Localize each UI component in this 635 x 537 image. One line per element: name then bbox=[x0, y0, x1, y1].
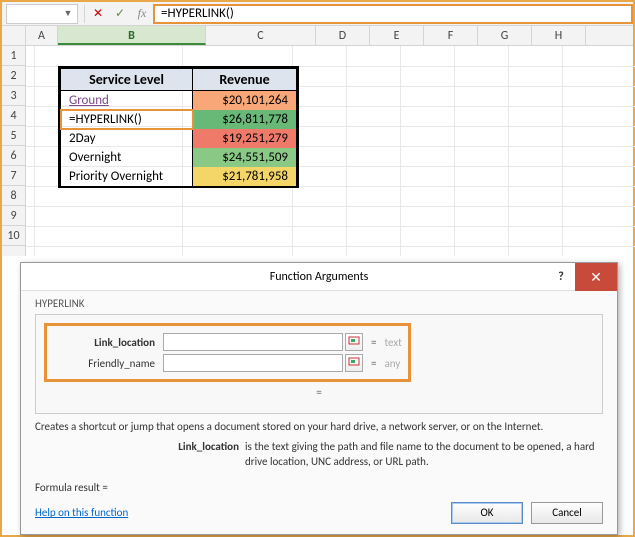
column-headers: ABCDEFGH bbox=[2, 26, 633, 46]
help-on-function-link[interactable]: Help on this function bbox=[35, 506, 128, 519]
formula-input[interactable]: =HYPERLINK() bbox=[153, 4, 633, 24]
enter-entry-icon[interactable]: ✓ bbox=[109, 4, 131, 24]
argument-label: Friendly_name bbox=[53, 357, 163, 370]
dialog-close-icon[interactable]: ✕ bbox=[575, 263, 617, 291]
argument-input[interactable] bbox=[163, 333, 343, 351]
column-header-G[interactable]: G bbox=[478, 26, 532, 45]
revenue-cell[interactable]: $20,101,264 bbox=[193, 91, 297, 111]
select-all-corner[interactable] bbox=[2, 26, 26, 45]
service-cell[interactable]: =HYPERLINK() bbox=[61, 110, 193, 129]
formula-bar: ▼ ✕ ✓ fx =HYPERLINK() bbox=[2, 2, 633, 26]
column-header-C[interactable]: C bbox=[206, 26, 316, 45]
table-row: 2Day$19,251,279 bbox=[61, 129, 297, 148]
service-cell[interactable]: 2Day bbox=[61, 129, 193, 148]
column-header-H[interactable]: H bbox=[532, 26, 586, 45]
argument-detail-text: is the text giving the path and file nam… bbox=[245, 440, 603, 469]
formula-text: =HYPERLINK() bbox=[161, 6, 234, 21]
service-cell[interactable]: Ground bbox=[61, 91, 193, 111]
result-equals: = bbox=[44, 386, 594, 399]
argument-label: Link_location bbox=[53, 336, 163, 349]
function-description: Creates a shortcut or jump that opens a … bbox=[35, 420, 603, 434]
table-row: Ground$20,101,264 bbox=[61, 91, 297, 111]
divider bbox=[84, 5, 85, 23]
range-selector-icon[interactable] bbox=[345, 333, 363, 351]
argument-row: Friendly_name = any bbox=[53, 354, 402, 372]
column-header-A[interactable]: A bbox=[26, 26, 58, 45]
argument-row: Link_location = text bbox=[53, 333, 402, 351]
name-box[interactable]: ▼ bbox=[6, 4, 78, 24]
cancel-button[interactable]: Cancel bbox=[531, 502, 603, 524]
table-row: =HYPERLINK()$26,811,778 bbox=[61, 110, 297, 129]
service-cell[interactable]: Priority Overnight bbox=[61, 167, 193, 186]
argument-input[interactable] bbox=[163, 354, 343, 372]
cancel-entry-icon[interactable]: ✕ bbox=[87, 4, 109, 24]
table-row: Priority Overnight$21,781,958 bbox=[61, 167, 297, 186]
row-header-6[interactable]: 6 bbox=[2, 146, 25, 166]
row-header-7[interactable]: 7 bbox=[2, 166, 25, 186]
argument-detail-label: Link_location bbox=[35, 440, 245, 469]
row-header-2[interactable]: 2 bbox=[2, 66, 25, 86]
column-header-D[interactable]: D bbox=[316, 26, 370, 45]
row-header-10[interactable]: 10 bbox=[2, 226, 25, 246]
column-header-E[interactable]: E bbox=[370, 26, 424, 45]
function-arguments-dialog: Function Arguments ? ✕ HYPERLINK Link_lo… bbox=[20, 262, 618, 535]
ok-button[interactable]: OK bbox=[451, 502, 523, 524]
row-headers: 12345678910 bbox=[2, 46, 26, 256]
grid-body: 12345678910 Service LevelRevenueGround$2… bbox=[2, 46, 633, 256]
dialog-titlebar[interactable]: Function Arguments ? ✕ bbox=[21, 263, 617, 291]
formula-result: Formula result = bbox=[35, 481, 603, 494]
row-header-1[interactable]: 1 bbox=[2, 46, 25, 66]
equals-sign: = bbox=[371, 336, 376, 349]
cells-area[interactable]: Service LevelRevenueGround$20,101,264=HY… bbox=[26, 46, 633, 256]
function-name: HYPERLINK bbox=[35, 297, 603, 310]
table-row: Overnight$24,551,509 bbox=[61, 148, 297, 167]
argument-hint: text bbox=[384, 336, 401, 349]
row-header-4[interactable]: 4 bbox=[2, 106, 25, 126]
arguments-group: Link_location = text Friendly_name = any = bbox=[35, 314, 603, 414]
argument-hint: any bbox=[384, 357, 400, 370]
table-header: Service Level bbox=[61, 69, 193, 91]
row-header-5[interactable]: 5 bbox=[2, 126, 25, 146]
revenue-cell[interactable]: $26,811,778 bbox=[193, 110, 297, 129]
revenue-cell[interactable]: $24,551,509 bbox=[193, 148, 297, 167]
data-table: Service LevelRevenueGround$20,101,264=HY… bbox=[58, 66, 299, 188]
dialog-title: Function Arguments bbox=[270, 270, 369, 284]
row-header-9[interactable]: 9 bbox=[2, 206, 25, 226]
column-header-F[interactable]: F bbox=[424, 26, 478, 45]
row-header-8[interactable]: 8 bbox=[2, 186, 25, 206]
formula-result-label: Formula result = bbox=[35, 481, 108, 494]
revenue-cell[interactable]: $21,781,958 bbox=[193, 167, 297, 186]
insert-function-icon[interactable]: fx bbox=[131, 4, 153, 24]
table-header: Revenue bbox=[193, 69, 297, 91]
service-cell[interactable]: Overnight bbox=[61, 148, 193, 167]
name-box-dropdown-icon[interactable]: ▼ bbox=[63, 8, 73, 19]
row-header-3[interactable]: 3 bbox=[2, 86, 25, 106]
range-selector-icon[interactable] bbox=[345, 354, 363, 372]
argument-detail: Link_location is the text giving the pat… bbox=[35, 440, 603, 469]
dialog-help-icon[interactable]: ? bbox=[547, 263, 575, 291]
equals-sign: = bbox=[371, 357, 376, 370]
revenue-cell[interactable]: $19,251,279 bbox=[193, 129, 297, 148]
column-header-B[interactable]: B bbox=[58, 26, 206, 45]
